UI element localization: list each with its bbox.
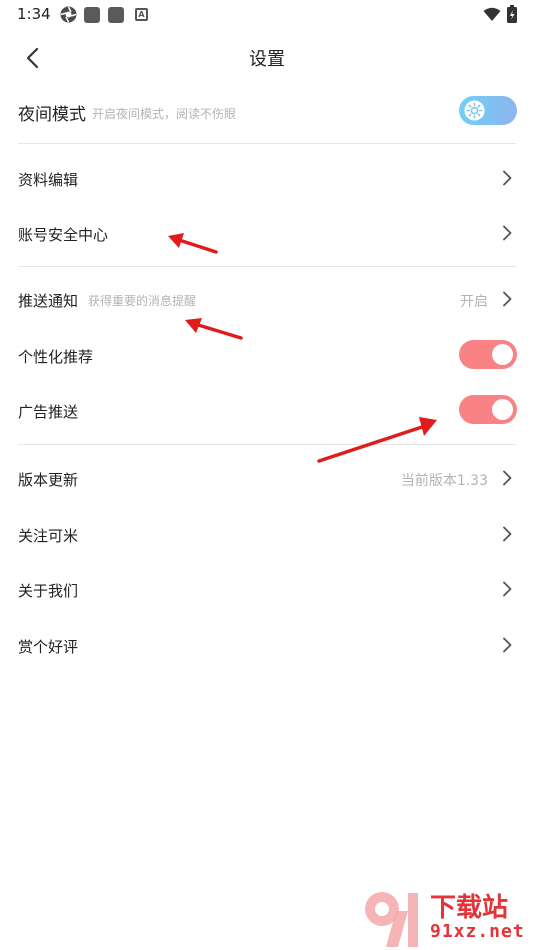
aperture-icon bbox=[60, 6, 77, 23]
personalized-recommend-toggle[interactable] bbox=[459, 340, 517, 369]
divider bbox=[18, 143, 516, 144]
chevron-right-icon bbox=[503, 470, 512, 486]
version-update-row[interactable]: 版本更新 当前版本1.33 bbox=[0, 460, 534, 496]
header: 设置 bbox=[0, 30, 534, 84]
chevron-right-icon bbox=[503, 170, 512, 186]
rate-label: 赏个好评 bbox=[18, 638, 79, 656]
follow-label: 关注可米 bbox=[18, 527, 79, 545]
night-mode-label: 夜间模式 bbox=[18, 105, 86, 125]
chevron-right-icon bbox=[503, 581, 512, 597]
profile-edit-label: 资料编辑 bbox=[18, 171, 79, 189]
status-bar: 1:34 A bbox=[0, 0, 534, 30]
current-version-value: 当前版本1.33 bbox=[400, 473, 488, 489]
wifi-icon bbox=[483, 7, 501, 21]
watermark-url: 91xz.net bbox=[430, 921, 525, 942]
annotation-arrow bbox=[185, 318, 243, 340]
profile-edit-row[interactable]: 资料编辑 bbox=[0, 160, 534, 196]
notification-a-icon: A bbox=[135, 8, 148, 21]
follow-row[interactable]: 关注可米 bbox=[0, 516, 534, 552]
night-mode-subtitle: 开启夜间模式，阅读不伤眼 bbox=[92, 107, 237, 121]
about-us-label: 关于我们 bbox=[18, 582, 79, 600]
chevron-right-icon bbox=[503, 637, 512, 653]
night-mode-toggle[interactable] bbox=[459, 96, 517, 125]
night-mode-row: 夜间模式 开启夜间模式，阅读不伤眼 bbox=[0, 92, 534, 132]
push-notification-row[interactable]: 推送通知 获得重要的消息提醒 开启 bbox=[0, 281, 534, 317]
account-security-label: 账号安全中心 bbox=[18, 226, 109, 244]
account-security-row[interactable]: 账号安全中心 bbox=[0, 215, 534, 251]
watermark-logo-icon bbox=[365, 892, 418, 947]
personalized-recommend-label: 个性化推荐 bbox=[18, 348, 94, 366]
sun-icon bbox=[464, 100, 485, 121]
divider bbox=[18, 266, 516, 267]
chevron-right-icon bbox=[503, 225, 512, 241]
ad-push-toggle[interactable] bbox=[459, 395, 517, 424]
annotation-arrow bbox=[168, 233, 218, 254]
version-update-label: 版本更新 bbox=[18, 471, 79, 489]
push-notification-label: 推送通知 bbox=[18, 292, 79, 310]
battery-icon bbox=[507, 5, 517, 23]
notification-app-icon bbox=[108, 7, 124, 23]
chevron-right-icon bbox=[503, 291, 512, 307]
watermark-title: 下载站 bbox=[430, 893, 509, 923]
toggle-knob bbox=[492, 344, 513, 365]
personalized-recommend-row: 个性化推荐 bbox=[0, 337, 534, 373]
push-notification-subtitle: 获得重要的消息提醒 bbox=[88, 294, 197, 308]
watermark: 下载站 91xz.net bbox=[360, 885, 534, 950]
ad-push-label: 广告推送 bbox=[18, 403, 79, 421]
rate-row[interactable]: 赏个好评 bbox=[0, 627, 534, 663]
annotation-arrow bbox=[317, 417, 437, 463]
push-notification-value: 开启 bbox=[460, 294, 488, 310]
page-title: 设置 bbox=[249, 49, 285, 70]
status-time: 1:34 bbox=[17, 5, 51, 23]
toggle-knob bbox=[492, 399, 513, 420]
about-us-row[interactable]: 关于我们 bbox=[0, 571, 534, 607]
chevron-right-icon bbox=[503, 526, 512, 542]
ad-push-row: 广告推送 bbox=[0, 392, 534, 428]
notification-app-icon bbox=[84, 7, 100, 23]
